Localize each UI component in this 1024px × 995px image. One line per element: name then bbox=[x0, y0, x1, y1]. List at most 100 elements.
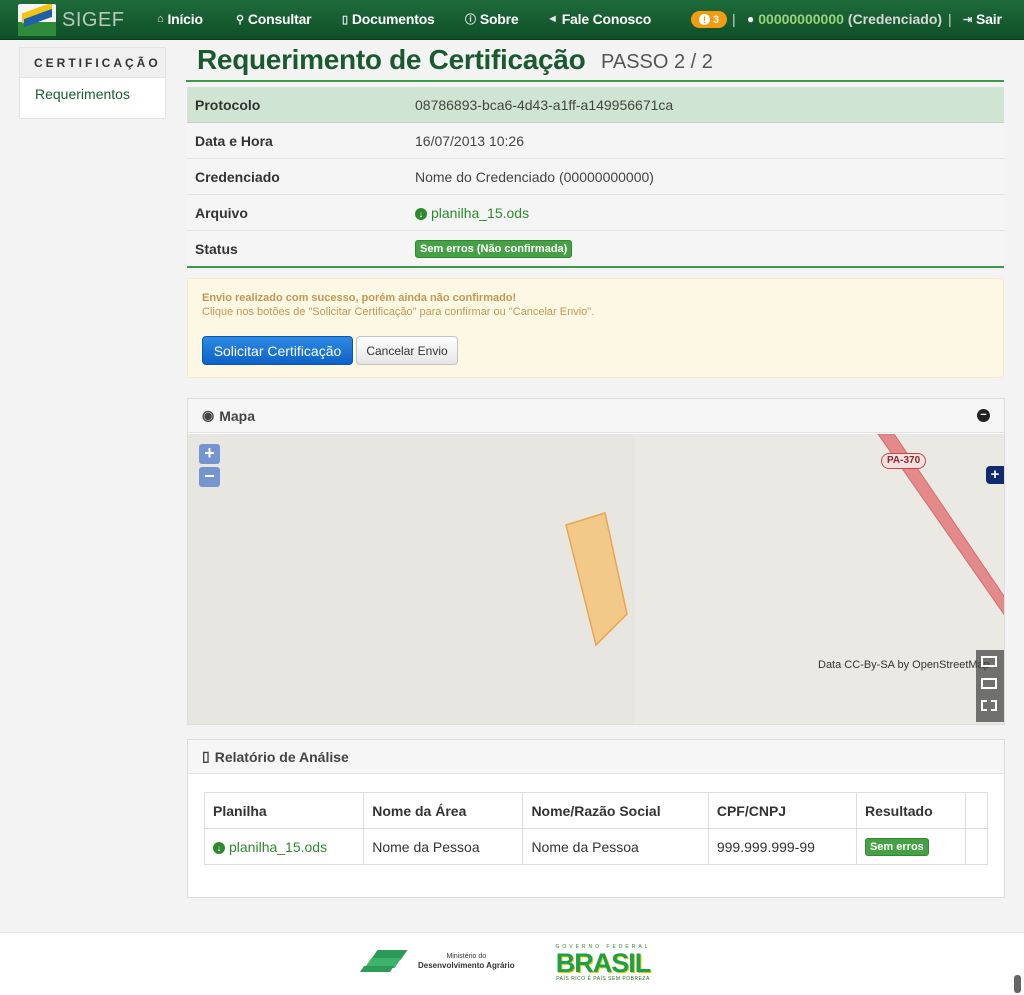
download-icon: ↓ bbox=[415, 207, 427, 220]
column-header: Planilha bbox=[203, 792, 365, 829]
nav-inicio-label: Início bbox=[167, 11, 203, 27]
planilha-link[interactable]: ↓ planilha_15.ods bbox=[203, 828, 365, 865]
nav-consultar[interactable]: ⚲ Consultar bbox=[236, 11, 312, 27]
warning-alert: Envio realizado com sucesso, porém ainda… bbox=[187, 278, 1004, 378]
map-canvas[interactable]: + − PA-370 + Data CC-By-SA by OpenStreet… bbox=[188, 434, 1004, 724]
brasil-slogan: PAÍS RICO É PAÍS SEM POBREZA bbox=[556, 976, 650, 982]
report-panel: ▯ Relatório de Análise Planilha Nome da … bbox=[187, 739, 1005, 898]
detail-row-credenciado: Credenciado Nome do Credenciado (0000000… bbox=[187, 159, 1004, 195]
notification-badge[interactable]: ! 3 bbox=[691, 11, 727, 28]
road-label: PA-370 bbox=[881, 453, 927, 469]
detail-label: Status bbox=[195, 240, 238, 257]
brand[interactable]: SIGEF bbox=[18, 3, 125, 37]
detail-label: Arquivo bbox=[195, 204, 248, 221]
status-badge: Sem erros (Não confirmada) bbox=[415, 240, 573, 258]
document-icon: ▯ bbox=[202, 748, 210, 764]
report-panel-header: ▯ Relatório de Análise bbox=[188, 740, 1004, 774]
brasil-logo: GOVERNO FEDERAL BRASIL PAÍS RICO É PAÍS … bbox=[545, 944, 661, 984]
details-divider bbox=[187, 266, 1004, 268]
detail-row-status: Status Sem erros (Não confirmada) bbox=[187, 231, 1004, 267]
megaphone-icon: ◄ bbox=[547, 13, 558, 25]
detail-value: 08786893-bca6-4d43-a1ff-a149956671ca bbox=[415, 96, 674, 113]
page-step: PASSO 2 / 2 bbox=[601, 51, 713, 73]
nav-inicio[interactable]: ⌂ Início bbox=[157, 11, 203, 27]
footer: Ministério do Desenvolvimento Agrário GO… bbox=[0, 932, 1024, 995]
layer-switcher-button[interactable]: + bbox=[986, 466, 1004, 484]
info-icon: ⓘ bbox=[465, 14, 476, 26]
mda-emblem bbox=[359, 950, 408, 972]
sidebar-item-requerimentos[interactable]: Requerimentos bbox=[20, 78, 165, 110]
document-icon: ▯ bbox=[342, 13, 348, 26]
cell-resultado: Sem erros bbox=[855, 828, 966, 865]
zoom-out-button[interactable]: − bbox=[199, 467, 220, 487]
table-row: ↓ planilha_15.ods Nome da Pessoa Nome da … bbox=[203, 828, 989, 865]
column-header: CPF/CNPJ bbox=[707, 792, 857, 829]
sidebar-header: CERTIFICAÇÃO bbox=[20, 48, 165, 78]
title-divider bbox=[186, 80, 1004, 82]
nav-documentos-label: Documentos bbox=[351, 11, 435, 27]
alert-message: Clique nos botões de "Solicitar Certific… bbox=[202, 306, 595, 318]
cancelar-envio-button[interactable]: Cancelar Envio bbox=[356, 336, 458, 365]
resultado-badge: Sem erros bbox=[864, 838, 929, 856]
map-tools bbox=[976, 650, 1004, 722]
column-header-empty bbox=[964, 792, 989, 829]
nav-documentos[interactable]: ▯ Documentos bbox=[342, 11, 435, 27]
fullscreen-icon[interactable] bbox=[981, 700, 997, 711]
select-tool-icon[interactable] bbox=[981, 656, 997, 667]
brasil-word: BRASIL bbox=[555, 948, 652, 978]
home-icon: ⌂ bbox=[157, 13, 164, 25]
brand-name: SIGEF bbox=[62, 8, 125, 31]
scrollbar-thumb[interactable] bbox=[1014, 975, 1021, 993]
column-header: Nome da Área bbox=[363, 792, 524, 829]
separator: | bbox=[948, 11, 952, 27]
detail-row-protocolo: Protocolo 08786893-bca6-4d43-a1ff-a14995… bbox=[187, 87, 1004, 123]
page-title: Requerimento de Certificação bbox=[197, 44, 586, 75]
attribution-prefix: Data CC-By-SA by bbox=[818, 659, 913, 671]
download-icon: ↓ bbox=[213, 841, 225, 854]
details-table: Protocolo 08786893-bca6-4d43-a1ff-a14995… bbox=[187, 87, 1004, 267]
detail-value: Nome do Credenciado (00000000000) bbox=[415, 168, 654, 185]
report-table: Planilha Nome da Área Nome/Razão Social … bbox=[203, 792, 989, 865]
detail-row-data: Data e Hora 16/07/2013 10:26 bbox=[187, 123, 1004, 159]
logout-label: Sair bbox=[976, 11, 1002, 27]
logout-link[interactable]: ⇥ Sair bbox=[963, 11, 1002, 27]
separator: | bbox=[732, 11, 736, 27]
column-header: Nome/Razão Social bbox=[522, 792, 709, 829]
detail-row-arquivo: Arquivo ↓ planilha_15.ods bbox=[187, 195, 1004, 231]
sigef-logo bbox=[18, 4, 56, 36]
mda-line2: Desenvolvimento Agrário bbox=[418, 960, 515, 970]
mda-logo: Ministério do Desenvolvimento Agrário bbox=[359, 950, 515, 972]
alert-title: Envio realizado com sucesso, porém ainda… bbox=[202, 292, 517, 304]
collapse-icon[interactable]: − bbox=[977, 409, 990, 422]
column-header: Resultado bbox=[855, 792, 966, 829]
user-icon: ● bbox=[747, 12, 755, 26]
mda-line1: Ministério do bbox=[446, 952, 487, 960]
map-panel-header[interactable]: ◉ Mapa bbox=[188, 399, 1004, 433]
top-navbar: SIGEF ⌂ Início ⚲ Consultar ▯ Documentos … bbox=[0, 0, 1024, 40]
notification-count: 3 bbox=[712, 13, 720, 26]
map-heading: Mapa bbox=[219, 407, 256, 424]
solicitar-certificacao-button[interactable]: Solicitar Certificação bbox=[202, 336, 353, 365]
nav-sobre-label: Sobre bbox=[479, 11, 519, 27]
nav-sobre[interactable]: ⓘ Sobre bbox=[465, 11, 519, 27]
cell-cpf: 999.999.999-99 bbox=[707, 828, 857, 865]
table-header-row: Planilha Nome da Área Nome/Razão Social … bbox=[203, 792, 989, 829]
detail-label: Data e Hora bbox=[195, 132, 273, 149]
zoom-in-button[interactable]: + bbox=[199, 444, 220, 464]
nav-fale-conosco-label: Fale Conosco bbox=[561, 11, 652, 27]
cell-area: Nome da Pessoa bbox=[363, 828, 524, 865]
report-heading: Relatório de Análise bbox=[214, 748, 349, 765]
nav-fale-conosco[interactable]: ◄ Fale Conosco bbox=[547, 11, 651, 27]
planilha-link-text: planilha_15.ods bbox=[229, 838, 328, 855]
box-tool-icon[interactable] bbox=[981, 678, 997, 689]
cell-razao: Nome da Pessoa bbox=[522, 828, 709, 865]
alert-icon: ! bbox=[698, 14, 710, 25]
globe-icon: ◉ bbox=[202, 407, 215, 423]
arquivo-link[interactable]: ↓ planilha_15.ods bbox=[415, 205, 529, 221]
map-panel: ◉ Mapa − + − PA-370 + Data CC-By-SA by O… bbox=[187, 398, 1005, 725]
user-menu[interactable]: ● 00000000000 (Credenciado) bbox=[747, 11, 942, 27]
user-role: (Credenciado) bbox=[847, 11, 943, 27]
sidebar: CERTIFICAÇÃO Requerimentos bbox=[19, 47, 166, 119]
arquivo-link-text: planilha_15.ods bbox=[431, 204, 530, 221]
search-icon: ⚲ bbox=[236, 13, 244, 26]
